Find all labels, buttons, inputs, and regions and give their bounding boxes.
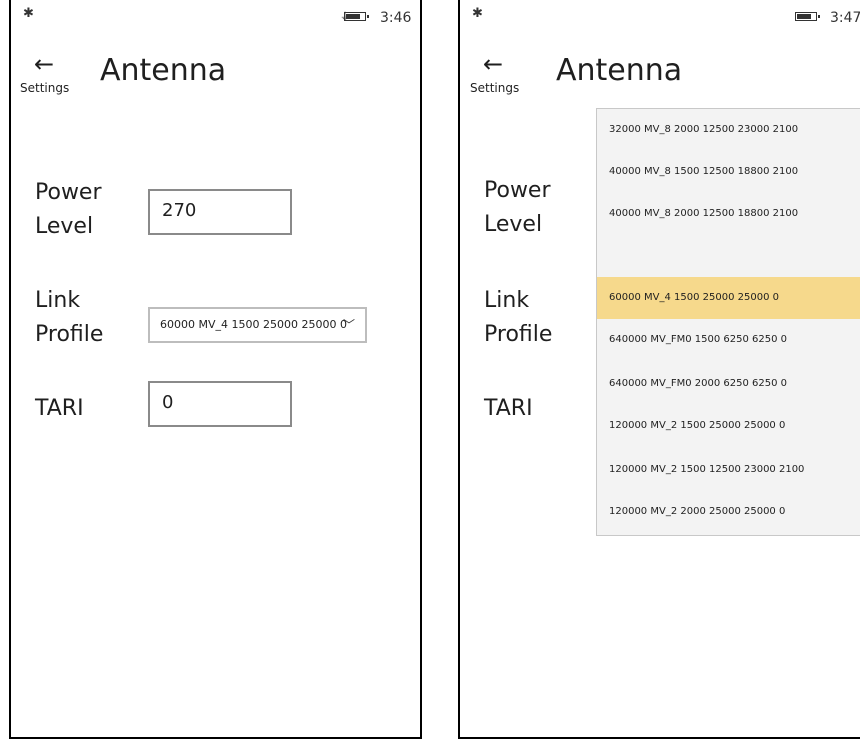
dropdown-option-selected[interactable]: 60000 MV_4 1500 25000 25000 0: [597, 277, 860, 319]
battery-icon: [795, 12, 820, 21]
bluetooth-icon: ✱: [23, 6, 34, 21]
page-title: Antenna: [556, 53, 683, 88]
link-profile-label: Link Profile: [35, 288, 104, 347]
back-arrow-icon[interactable]: ←: [34, 52, 54, 76]
link-profile-label: Link Profile: [484, 288, 553, 347]
status-time: 3:47: [830, 10, 860, 26]
link-profile-selected-value: 60000 MV_4 1500 25000 25000 0: [160, 318, 347, 331]
tari-label: TARI: [35, 396, 84, 421]
power-level-label: Power Level: [35, 180, 102, 239]
dropdown-option[interactable]: 640000 MV_FM0 2000 6250 6250 0: [597, 363, 860, 405]
dropdown-option[interactable]: [597, 235, 860, 277]
link-profile-dropdown-list[interactable]: 32000 MV_8 2000 12500 23000 2100 40000 M…: [596, 108, 860, 536]
chevron-down-icon: ﹀: [342, 318, 355, 332]
page-title: Antenna: [100, 53, 227, 88]
dropdown-option[interactable]: 120000 MV_2 1500 12500 23000 2100: [597, 449, 860, 491]
back-label[interactable]: Settings: [20, 81, 69, 95]
status-time: 3:46: [380, 10, 412, 26]
settings-screen-left: ✱ ⏚ 3:46 ← Settings Antenna Power Level …: [9, 0, 422, 739]
back-arrow-icon[interactable]: ←: [483, 52, 503, 76]
tari-label: TARI: [484, 396, 533, 421]
dropdown-option[interactable]: 40000 MV_8 1500 12500 18800 2100: [597, 151, 860, 193]
dropdown-option[interactable]: 120000 MV_2 1500 25000 25000 0: [597, 405, 860, 447]
battery-icon: [344, 12, 369, 21]
dropdown-option[interactable]: 640000 MV_FM0 1500 6250 6250 0: [597, 319, 860, 361]
status-bar: ✱ ⏚ 3:46: [11, 0, 420, 30]
dropdown-option[interactable]: 120000 MV_2 2000 25000 25000 0: [597, 491, 860, 533]
tari-input[interactable]: 0: [148, 381, 292, 427]
settings-screen-right: ✱ 3:47 ← Settings Antenna Power Level Li…: [458, 0, 860, 739]
dropdown-option[interactable]: 32000 MV_8 2000 12500 23000 2100: [597, 109, 860, 151]
power-level-input[interactable]: 270: [148, 189, 292, 235]
back-label[interactable]: Settings: [470, 81, 519, 95]
power-level-label: Power Level: [484, 178, 551, 237]
status-bar: ✱ 3:47: [460, 0, 860, 30]
dropdown-option[interactable]: 40000 MV_8 2000 12500 18800 2100: [597, 193, 860, 235]
bluetooth-icon: ✱: [472, 6, 483, 21]
link-profile-select[interactable]: 60000 MV_4 1500 25000 25000 0 ﹀: [148, 307, 367, 343]
